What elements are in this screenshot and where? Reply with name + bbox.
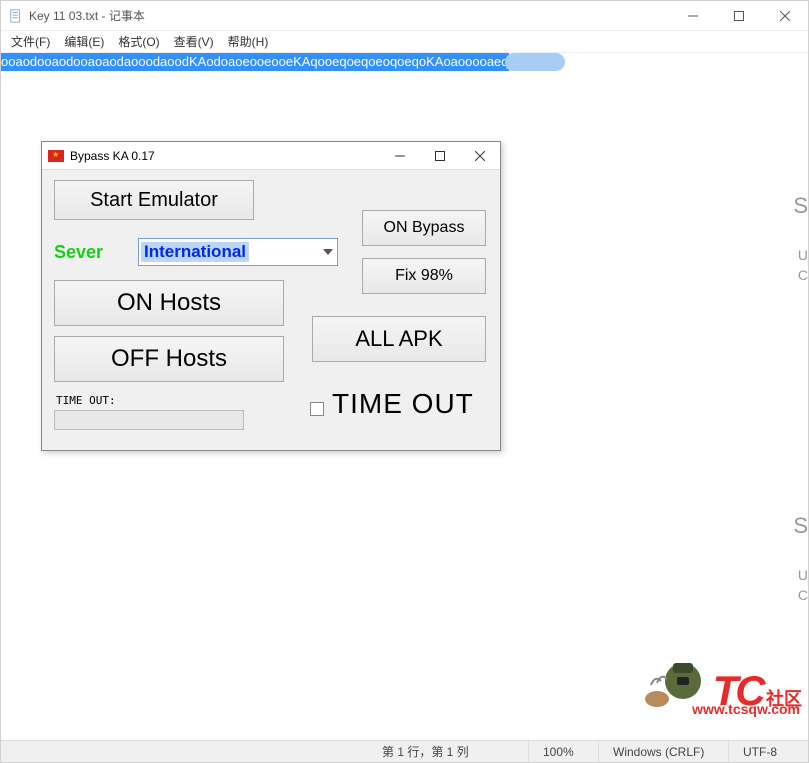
selected-text[interactable]: ooaodooaodooaoaodaooodaoodKAodoaoeooeooe…	[1, 53, 509, 71]
maximize-button[interactable]	[716, 1, 762, 31]
on-hosts-button[interactable]: ON Hosts	[54, 280, 284, 326]
menu-format[interactable]: 格式(O)	[118, 33, 159, 50]
bypass-maximize-button[interactable]	[420, 142, 460, 170]
start-emulator-button[interactable]: Start Emulator	[54, 180, 254, 220]
all-apk-button[interactable]: ALL APK	[312, 316, 486, 362]
notepad-text-area[interactable]: ooaodooaodooaoaodaooodaoodKAodoaoeooeooe…	[1, 53, 808, 741]
menu-help[interactable]: 帮助(H)	[228, 33, 269, 50]
chevron-down-icon	[323, 249, 333, 255]
status-position: 第 1 行，第 1 列	[368, 741, 528, 763]
bypass-titlebar[interactable]: Bypass KA 0.17	[42, 142, 500, 170]
notepad-titlebar[interactable]: Key 11 03.txt - 记事本	[1, 1, 808, 31]
timeout-small-label: TIME OUT:	[56, 394, 116, 407]
bypass-minimize-button[interactable]	[380, 142, 420, 170]
fix-98-button[interactable]: Fix 98%	[362, 258, 486, 294]
timeout-checkbox[interactable]	[310, 402, 324, 416]
close-button[interactable]	[762, 1, 808, 31]
menu-view[interactable]: 查看(V)	[174, 33, 214, 50]
timeout-label: TIME OUT	[332, 388, 474, 420]
cropped-letter: C	[798, 267, 808, 283]
server-selected-value: International	[141, 242, 249, 262]
server-label: Sever	[54, 242, 103, 263]
cropped-letter: U	[798, 247, 808, 263]
minimize-button[interactable]	[670, 1, 716, 31]
watermark-url: www.tcsqw.com	[692, 701, 800, 717]
on-bypass-button[interactable]: ON Bypass	[362, 210, 486, 246]
server-select[interactable]: International	[138, 238, 338, 266]
status-encoding: UTF-8	[728, 741, 808, 763]
notepad-title: Key 11 03.txt - 记事本	[29, 7, 670, 24]
bypass-window: Bypass KA 0.17 Start Emulator ON Bypass …	[41, 141, 501, 451]
off-hosts-button[interactable]: OFF Hosts	[54, 336, 284, 382]
status-zoom: 100%	[528, 741, 598, 763]
notepad-app-icon	[9, 9, 23, 23]
selection-end-blob	[505, 53, 565, 71]
bypass-close-button[interactable]	[460, 142, 500, 170]
timeout-input[interactable]	[54, 410, 244, 430]
notepad-menubar: 文件(F) 编辑(E) 格式(O) 查看(V) 帮助(H)	[1, 31, 808, 53]
cropped-letter: U	[798, 567, 808, 583]
menu-edit[interactable]: 编辑(E)	[64, 33, 104, 50]
bypass-body: Start Emulator ON Bypass Fix 98% Sever I…	[42, 170, 500, 450]
notepad-window: Key 11 03.txt - 记事本 文件(F) 编辑(E) 格式(O) 查看…	[0, 0, 809, 763]
cropped-letter: S	[793, 193, 808, 219]
flag-icon	[48, 150, 64, 162]
cropped-letter: S	[793, 513, 808, 539]
notepad-statusbar: 第 1 行，第 1 列 100% Windows (CRLF) UTF-8	[1, 740, 808, 762]
status-eol: Windows (CRLF)	[598, 741, 728, 763]
cropped-letter: C	[798, 587, 808, 603]
bypass-title: Bypass KA 0.17	[70, 149, 380, 163]
menu-file[interactable]: 文件(F)	[11, 33, 50, 50]
window-controls	[670, 1, 808, 31]
bypass-window-controls	[380, 142, 500, 170]
